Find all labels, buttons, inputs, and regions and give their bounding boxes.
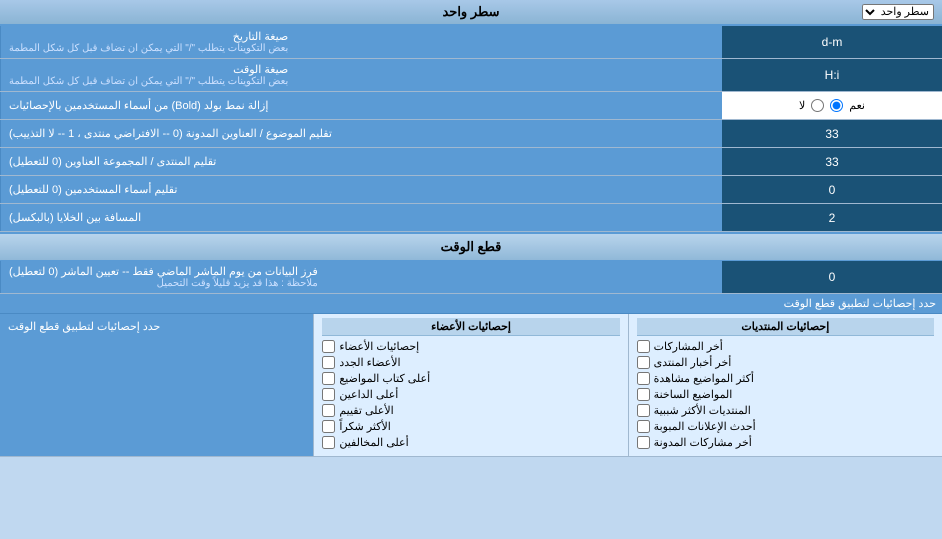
cb-item: الأعلى تقييم	[322, 404, 619, 417]
time-format-input[interactable]	[728, 68, 936, 82]
bold-remove-row: نعم لا إزالة نمط بولد (Bold) من أسماء ال…	[0, 92, 942, 120]
radio-no-label: لا	[799, 99, 805, 112]
cb-item: أعلى كتاب المواضيع	[322, 372, 619, 385]
cb-item: الأعضاء الجدد	[322, 356, 619, 369]
time-cut-label: فرز البيانات من يوم الماشر الماضي فقط --…	[0, 261, 722, 293]
cb-most-viewed[interactable]	[637, 372, 650, 385]
cell-spacing-label: المسافة بين الخلايا (بالبكسل)	[0, 204, 722, 231]
cb-last-blog[interactable]	[637, 436, 650, 449]
forum-trim-input-container	[722, 148, 942, 175]
time-format-label: صيغة الوقت بعض التكوينات يتطلب "/" التي …	[0, 59, 722, 91]
cb-hot-topics[interactable]	[637, 388, 650, 401]
col-members-header: إحصائيات الأعضاء	[322, 318, 619, 336]
col-forums: إحصائيات المنتديات أخر المشاركات أخر أخب…	[628, 314, 942, 456]
title-trim-input[interactable]	[728, 127, 936, 141]
cb-item: أخر المشاركات	[637, 340, 934, 353]
cb-popular-forums[interactable]	[637, 404, 650, 417]
col-right-label: حدد إحصائيات لتطبيق قطع الوقت	[0, 314, 313, 456]
cb-most-thanked[interactable]	[322, 420, 335, 433]
forum-trim-label: تقليم المنتدى / المجموعة العناوين (0 للت…	[0, 148, 722, 175]
radio-no[interactable]	[811, 99, 824, 112]
time-format-row: صيغة الوقت بعض التكوينات يتطلب "/" التي …	[0, 59, 942, 92]
page-header: سطر واحد سطر واحد سطرين ثلاثة أسطر	[0, 0, 942, 26]
time-cut-section-header: قطع الوقت	[0, 232, 942, 261]
cb-item: أحدث الإعلانات المبوبة	[637, 420, 934, 433]
cell-spacing-input[interactable]	[728, 211, 936, 225]
cb-item: أخر أخبار المنتدى	[637, 356, 934, 369]
cb-item: أعلى الداعين	[322, 388, 619, 401]
username-trim-input-container	[722, 176, 942, 203]
cb-top-posters[interactable]	[322, 372, 335, 385]
checkboxes-grid: إحصائيات المنتديات أخر المشاركات أخر أخب…	[0, 314, 942, 456]
title-trim-label: تقليم الموضوع / العناوين المدونة (0 -- ا…	[0, 120, 722, 147]
cell-spacing-row: المسافة بين الخلايا (بالبكسل)	[0, 204, 942, 232]
col-forums-header: إحصائيات المنتديات	[637, 318, 934, 336]
cb-item: أعلى المخالفين	[322, 436, 619, 449]
date-format-input-container	[722, 26, 942, 58]
cb-top-referrers[interactable]	[322, 388, 335, 401]
forum-trim-row: تقليم المنتدى / المجموعة العناوين (0 للت…	[0, 148, 942, 176]
title-trim-row: تقليم الموضوع / العناوين المدونة (0 -- ا…	[0, 120, 942, 148]
checkboxes-row: حدد إحصائيات لتطبيق قطع الوقت إحصائيات ا…	[0, 294, 942, 457]
header-title: سطر واحد	[442, 4, 499, 20]
time-cut-input-container	[722, 261, 942, 293]
date-format-row: صيغة التاريخ بعض التكوينات يتطلب "/" الت…	[0, 26, 942, 59]
cb-item: أخر مشاركات المدونة	[637, 436, 934, 449]
checkboxes-title: حدد إحصائيات لتطبيق قطع الوقت	[0, 294, 942, 314]
checkboxes-section-label: حدد إحصائيات لتطبيق قطع الوقت	[8, 320, 160, 333]
time-cut-value-row: فرز البيانات من يوم الماشر الماضي فقط --…	[0, 261, 942, 294]
username-trim-label: تقليم أسماء المستخدمين (0 للتعطيل)	[0, 176, 722, 203]
date-format-input[interactable]	[728, 35, 936, 49]
cb-item: المنتديات الأكثر شببية	[637, 404, 934, 417]
cb-last-news[interactable]	[637, 356, 650, 369]
cb-item: المواضيع الساخنة	[637, 388, 934, 401]
date-format-label: صيغة التاريخ بعض التكوينات يتطلب "/" الت…	[0, 26, 722, 58]
cb-top-violators[interactable]	[322, 436, 335, 449]
cb-item: أكثر المواضيع مشاهدة	[637, 372, 934, 385]
username-trim-row: تقليم أسماء المستخدمين (0 للتعطيل)	[0, 176, 942, 204]
bold-remove-label: إزالة نمط بولد (Bold) من أسماء المستخدمي…	[0, 92, 722, 119]
lines-dropdown[interactable]: سطر واحد سطرين ثلاثة أسطر	[862, 4, 934, 20]
radio-yes[interactable]	[830, 99, 843, 112]
radio-yes-label: نعم	[849, 99, 865, 112]
username-trim-input[interactable]	[728, 183, 936, 197]
bold-radio-container: نعم لا	[722, 92, 942, 119]
cb-last-posts[interactable]	[637, 340, 650, 353]
cb-top-rated[interactable]	[322, 404, 335, 417]
cb-member-stats[interactable]	[322, 340, 335, 353]
cb-new-members[interactable]	[322, 356, 335, 369]
cb-item: الأكثر شكراً	[322, 420, 619, 433]
cb-latest-ads[interactable]	[637, 420, 650, 433]
cell-spacing-input-container	[722, 204, 942, 231]
col-members: إحصائيات الأعضاء إحصائيات الأعضاء الأعضا…	[313, 314, 627, 456]
cb-item: إحصائيات الأعضاء	[322, 340, 619, 353]
title-trim-input-container	[722, 120, 942, 147]
forum-trim-input[interactable]	[728, 155, 936, 169]
time-format-input-container	[722, 59, 942, 91]
time-cut-input[interactable]	[728, 270, 936, 284]
